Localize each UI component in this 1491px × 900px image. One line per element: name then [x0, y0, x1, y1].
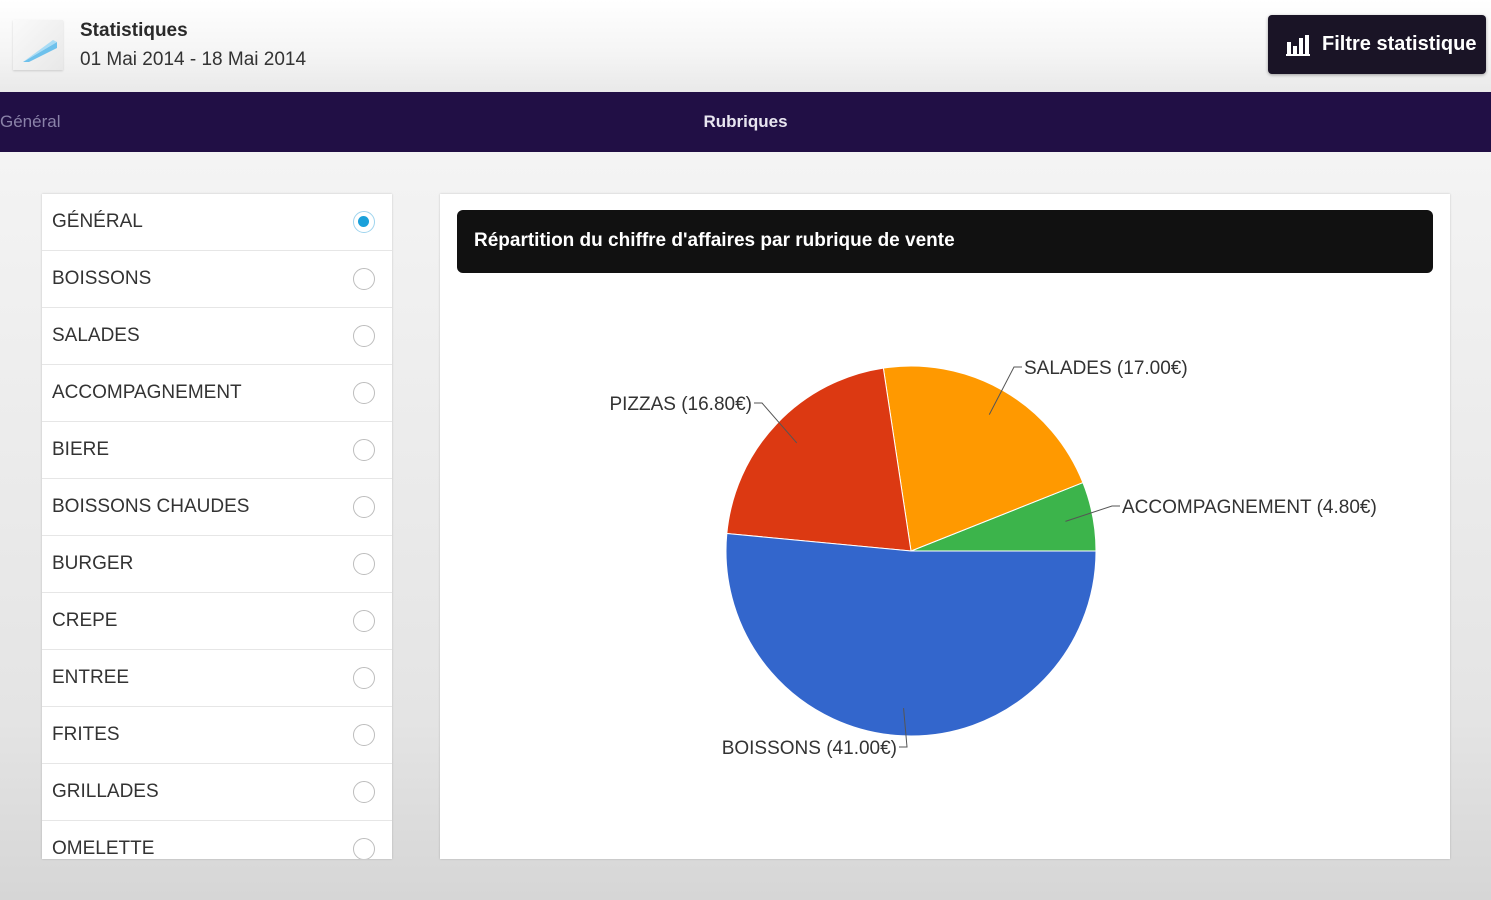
category-list: GÉNÉRAL BOISSONS SALADES ACCOMPAGNEMENT … — [42, 194, 392, 859]
radio-icon[interactable] — [353, 553, 375, 575]
list-item-frites[interactable]: FRITES — [42, 707, 392, 764]
page-title: Statistiques — [80, 20, 188, 41]
pie-slice-pizzas[interactable] — [726, 367, 912, 552]
list-item-label: BOISSONS — [52, 268, 152, 289]
pie-slice-boissons[interactable] — [725, 532, 1097, 737]
radio-icon[interactable] — [353, 325, 375, 347]
radio-icon[interactable] — [353, 382, 375, 404]
list-item-boissons-chaudes[interactable]: BOISSONS CHAUDES — [42, 479, 392, 536]
filter-button-label: Filtre statistique — [1322, 33, 1477, 55]
pie-label-pizzas: PIZZAS (16.80€) — [609, 394, 752, 415]
list-item-biere[interactable]: BIERE — [42, 422, 392, 479]
list-item-label: FRITES — [52, 724, 120, 745]
radio-icon[interactable] — [353, 496, 375, 518]
bar-chart-icon — [1286, 34, 1310, 56]
pie-label-salades: SALADES (17.00€) — [1024, 358, 1188, 379]
chart-panel: Répartition du chiffre d'affaires par ru… — [440, 194, 1450, 859]
filter-statistics-button[interactable]: Filtre statistique — [1268, 15, 1486, 74]
radio-icon[interactable] — [353, 667, 375, 689]
list-item-label: CREPE — [52, 610, 118, 631]
list-item-label: GÉNÉRAL — [52, 211, 143, 232]
list-item-accompagnement[interactable]: ACCOMPAGNEMENT — [42, 365, 392, 422]
pie-chart: ACCOMPAGNEMENT (4.80€) SALADES (17.00€) PI… — [609, 358, 1377, 759]
list-item-boissons[interactable]: BOISSONS — [42, 251, 392, 308]
radio-icon[interactable] — [353, 439, 375, 461]
top-bar: Statistiques 01 Mai 2014 - 18 Mai 2014 F… — [0, 0, 1491, 92]
radio-icon[interactable] — [353, 724, 375, 746]
list-item-label: ACCOMPAGNEMENT — [52, 382, 242, 403]
list-item-label: ENTREE — [52, 667, 130, 688]
tab-bar: Général Rubriques — [0, 92, 1491, 152]
list-item-label: OMELETTE — [52, 838, 155, 859]
list-item-label: BURGER — [52, 553, 134, 574]
list-item-entree[interactable]: ENTREE — [42, 650, 392, 707]
list-item-label: SALADES — [52, 325, 140, 346]
radio-selected-icon[interactable] — [353, 211, 375, 233]
radio-icon[interactable] — [353, 610, 375, 632]
list-item-label: BOISSONS CHAUDES — [52, 496, 250, 517]
tab-rubriques[interactable]: Rubriques — [0, 112, 1491, 132]
list-item-crepe[interactable]: CREPE — [42, 593, 392, 650]
list-item-burger[interactable]: BURGER — [42, 536, 392, 593]
radio-icon[interactable] — [353, 838, 375, 859]
list-item-label: BIERE — [52, 439, 110, 460]
list-item-general[interactable]: GÉNÉRAL — [42, 194, 392, 251]
list-item-salades[interactable]: SALADES — [42, 308, 392, 365]
radio-icon[interactable] — [353, 268, 375, 290]
radio-icon[interactable] — [353, 781, 375, 803]
pie-label-boissons: BOISSONS (41.00€) — [722, 738, 897, 759]
pie-label-accompagnement: ACCOMPAGNEMENT (4.80€) — [1122, 497, 1377, 518]
list-item-grillades[interactable]: GRILLADES — [42, 764, 392, 821]
date-range: 01 Mai 2014 - 18 Mai 2014 — [80, 49, 307, 70]
app-logo-icon — [13, 20, 63, 70]
list-item-omelette[interactable]: OMELETTE — [42, 821, 392, 859]
list-item-label: GRILLADES — [52, 781, 159, 802]
